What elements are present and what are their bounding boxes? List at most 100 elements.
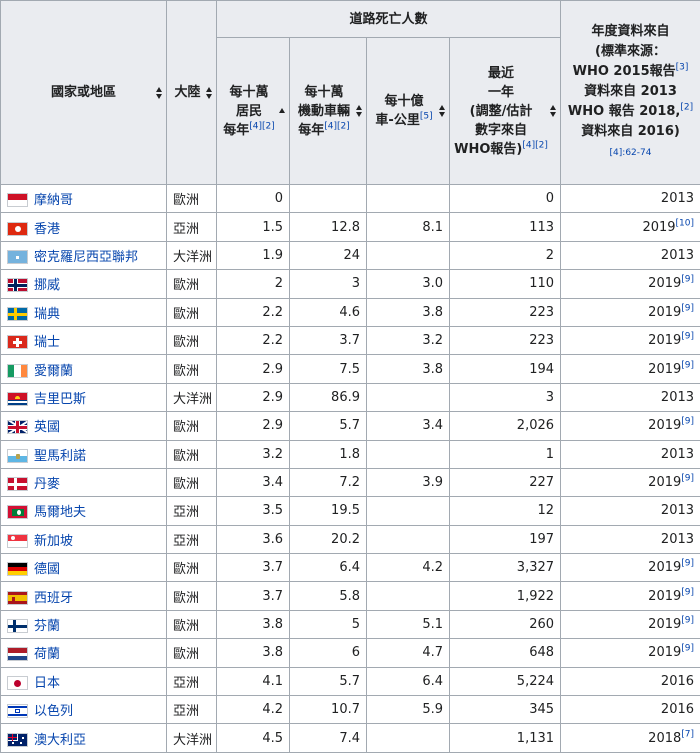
country-link[interactable]: 日本 bbox=[34, 676, 60, 691]
citation-ref[interactable]: [9] bbox=[681, 417, 694, 427]
per-100k-residents-header[interactable]: 每十萬 居民 每年[4][2] bbox=[216, 37, 290, 185]
country-cell: 新加坡 bbox=[0, 524, 167, 555]
table-row: 荷蘭 歐洲 3.8 6 4.7 648 2019[9] bbox=[0, 638, 700, 668]
citation-ref[interactable]: [9] bbox=[681, 332, 694, 342]
country-link[interactable]: 新加坡 bbox=[34, 534, 73, 549]
recent-year-deaths-cell: 197 bbox=[448, 524, 562, 555]
source-note[interactable]: [4]:62-74 bbox=[610, 148, 652, 158]
citation-ref[interactable]: [4][2] bbox=[249, 121, 275, 131]
recent-year-deaths-cell: 1,131 bbox=[448, 723, 562, 753]
country-cell: 芬蘭 bbox=[0, 609, 167, 640]
country-link[interactable]: 摩納哥 bbox=[34, 193, 73, 208]
source-year-value: 2013 bbox=[660, 389, 695, 405]
source-year-cell: 2013 bbox=[560, 439, 700, 469]
country-column-header[interactable]: 國家或地區 bbox=[0, 0, 167, 185]
netherlands-flag-icon bbox=[7, 647, 28, 662]
country-cell: 愛爾蘭 bbox=[0, 354, 167, 384]
sort-ascending-icon[interactable] bbox=[279, 105, 286, 117]
per-100k-residents-cell: 2.9 bbox=[216, 411, 290, 441]
country-link[interactable]: 以色列 bbox=[34, 704, 73, 719]
sort-arrows-icon[interactable] bbox=[206, 86, 213, 99]
country-link[interactable]: 馬爾地夫 bbox=[34, 505, 86, 520]
citation-ref[interactable]: [9] bbox=[681, 360, 694, 370]
table-row: 聖馬利諾 歐洲 3.2 1.8 1 2013 bbox=[0, 439, 700, 469]
per-100k-vehicles-header[interactable]: 每十萬 機動車輛 每年[4][2] bbox=[289, 37, 367, 185]
sort-arrows-icon[interactable] bbox=[156, 86, 163, 99]
source-year-value: 2013 bbox=[660, 191, 695, 207]
continent-cell: 歐洲 bbox=[166, 297, 217, 327]
source-year-cell: 2016 bbox=[560, 666, 700, 697]
citation-ref[interactable]: [10] bbox=[676, 218, 694, 228]
country-link[interactable]: 挪威 bbox=[34, 278, 60, 293]
norway-flag-icon bbox=[7, 278, 28, 293]
country-link[interactable]: 香港 bbox=[34, 222, 60, 237]
citation-ref[interactable]: [9] bbox=[681, 275, 694, 285]
country-link[interactable]: 芬蘭 bbox=[34, 619, 60, 634]
source-year-value: 2013 bbox=[660, 247, 695, 263]
per-100k-residents-cell: 3.6 bbox=[216, 524, 290, 555]
country-link[interactable]: 吉里巴斯 bbox=[34, 392, 86, 407]
citation-ref[interactable]: [4][2] bbox=[324, 121, 350, 131]
citation-ref[interactable]: [9] bbox=[681, 474, 694, 484]
table-row: 德國 歐洲 3.7 6.4 4.2 3,327 2019[9] bbox=[0, 553, 700, 583]
continent-column-header[interactable]: 大陸 bbox=[166, 0, 217, 185]
country-link[interactable]: 荷蘭 bbox=[34, 647, 60, 662]
per-100k-vehicles-cell: 3.7 bbox=[289, 325, 367, 356]
table-row: 吉里巴斯 大洋洲 2.9 86.9 3 2013 bbox=[0, 382, 700, 413]
citation-ref[interactable]: [2] bbox=[680, 103, 693, 113]
citation-ref[interactable]: [9] bbox=[681, 587, 694, 597]
citation-ref[interactable]: [5] bbox=[420, 112, 433, 122]
citation-ref[interactable]: [9] bbox=[681, 616, 694, 626]
country-link[interactable]: 瑞士 bbox=[34, 335, 60, 350]
continent-cell: 亞洲 bbox=[166, 496, 217, 526]
country-link[interactable]: 英國 bbox=[34, 420, 60, 435]
source-header-line: 資料來自 2013 bbox=[584, 84, 677, 99]
per-100k-vehicles-cell bbox=[289, 183, 367, 214]
per-100k-vehicles-cell: 7.4 bbox=[289, 723, 367, 753]
per-100k-residents-cell: 4.5 bbox=[216, 723, 290, 753]
table-row: 新加坡 亞洲 3.6 20.2 197 2013 bbox=[0, 524, 700, 555]
continent-cell: 大洋洲 bbox=[166, 723, 217, 753]
continent-cell: 歐洲 bbox=[166, 467, 217, 498]
australia-flag-icon bbox=[7, 732, 28, 747]
recent-year-deaths-cell: 0 bbox=[448, 183, 562, 214]
country-link[interactable]: 聖馬利諾 bbox=[34, 449, 86, 464]
ireland-flag-icon bbox=[7, 363, 28, 378]
source-year-value: 2019 bbox=[648, 560, 682, 576]
country-link[interactable]: 澳大利亞 bbox=[34, 733, 86, 748]
sort-arrows-icon[interactable] bbox=[439, 105, 446, 118]
per-billion-km-header[interactable]: 每十億 車-公里[5] bbox=[366, 37, 450, 185]
country-link[interactable]: 瑞典 bbox=[34, 307, 60, 322]
citation-ref[interactable]: [4][2] bbox=[522, 140, 548, 150]
citation-ref[interactable]: [9] bbox=[681, 303, 694, 313]
citation-ref[interactable]: [9] bbox=[681, 644, 694, 654]
citation-ref[interactable]: [9] bbox=[681, 559, 694, 569]
per-100k-vehicles-cell: 7.5 bbox=[289, 354, 367, 384]
country-link[interactable]: 愛爾蘭 bbox=[34, 364, 73, 379]
citation-ref[interactable]: [7] bbox=[681, 729, 694, 739]
recent-year-deaths-cell: 110 bbox=[448, 269, 562, 299]
per-100k-residents-cell: 4.2 bbox=[216, 695, 290, 725]
country-link[interactable]: 丹麥 bbox=[34, 477, 60, 492]
per-billion-km-cell bbox=[366, 524, 450, 555]
country-link[interactable]: 德國 bbox=[34, 562, 60, 577]
source-year-cell: 2019[9] bbox=[560, 411, 700, 441]
recent-year-deaths-cell: 5,224 bbox=[448, 666, 562, 697]
per-100k-residents-cell: 2.2 bbox=[216, 325, 290, 356]
recent-year-deaths-cell: 113 bbox=[448, 212, 562, 242]
continent-cell: 歐洲 bbox=[166, 638, 217, 668]
sort-arrows-icon[interactable] bbox=[356, 105, 363, 118]
table-row: 西班牙 歐洲 3.7 5.8 1,922 2019[9] bbox=[0, 581, 700, 611]
country-link[interactable]: 密克羅尼西亞聯邦 bbox=[34, 250, 138, 265]
road-deaths-group-header: 道路死亡人數 bbox=[215, 0, 562, 39]
source-year-value: 2019 bbox=[648, 475, 682, 491]
source-year-cell: 2019[9] bbox=[560, 581, 700, 611]
country-link[interactable]: 西班牙 bbox=[34, 591, 73, 606]
source-year-column-header[interactable]: 年度資料來自 (標準來源： WHO 2015報告[3] 資料來自 2013 WH… bbox=[560, 0, 700, 185]
citation-ref[interactable]: [3] bbox=[676, 63, 689, 73]
sort-arrows-icon[interactable] bbox=[550, 105, 557, 118]
recent-year-header[interactable]: 最近 一年 (調整/估計 數字來自 WHO報告)[4][2] bbox=[448, 37, 562, 185]
continent-cell: 歐洲 bbox=[166, 439, 217, 469]
per-100k-vehicles-cell: 86.9 bbox=[289, 382, 367, 413]
per-billion-km-cell: 3.8 bbox=[366, 297, 450, 327]
